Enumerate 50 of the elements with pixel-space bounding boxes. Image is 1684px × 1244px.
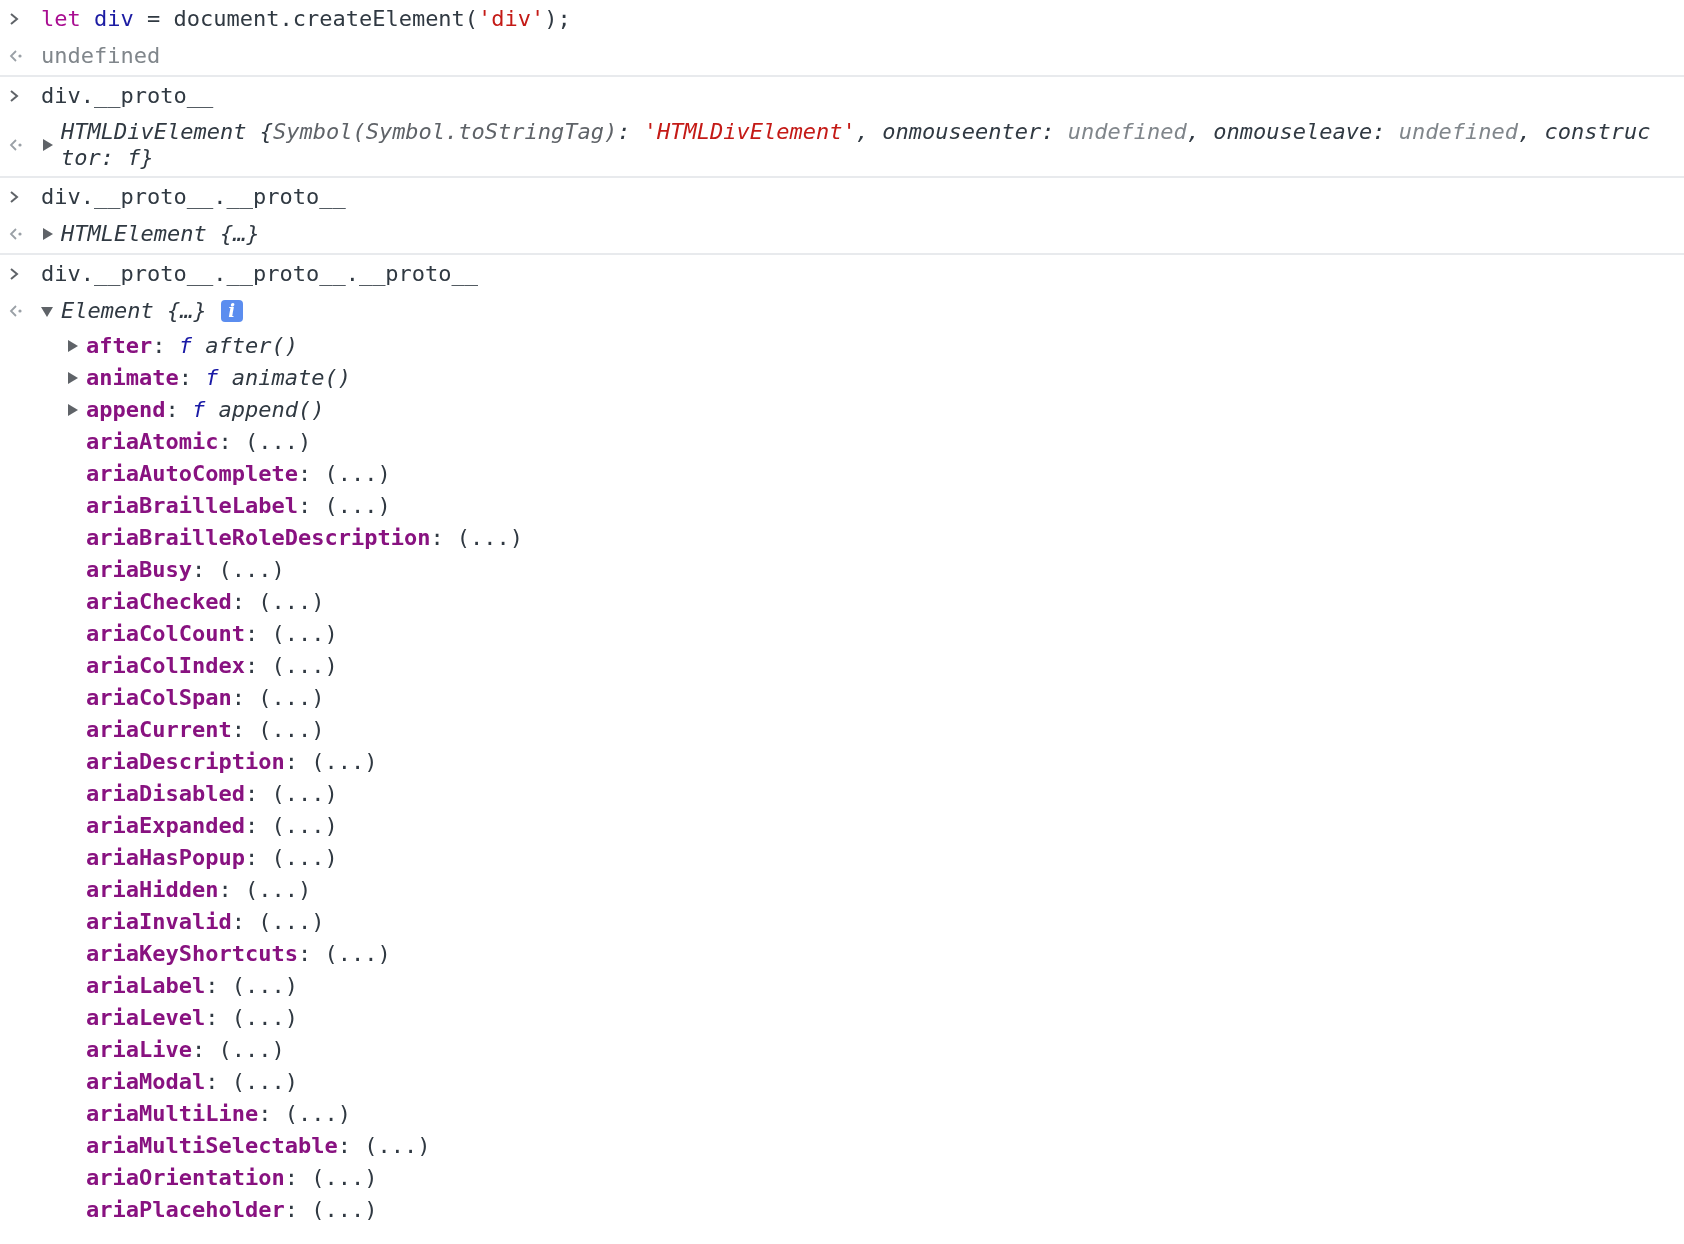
prompt-chevron-icon <box>9 189 19 204</box>
result-text: undefined <box>41 42 161 70</box>
code-line: div.__proto__.__proto__ <box>41 182 346 211</box>
property-entry: ariaBrailleLabel: (...) <box>86 492 391 520</box>
property-entry: ariaBrailleRoleDescription: (...) <box>86 524 524 552</box>
property-entry: ariaMultiSelectable: (...) <box>86 1132 431 1160</box>
property-entry: animate: f animate() <box>86 364 351 392</box>
object-preview[interactable]: HTMLElement {…} <box>61 218 260 250</box>
property-entry: ariaDisabled: (...) <box>86 780 338 808</box>
property-entry: ariaInvalid: (...) <box>86 908 325 936</box>
expand-triangle-icon[interactable] <box>66 404 78 416</box>
property-entry: ariaPlaceholder: (...) <box>86 1196 378 1224</box>
property-entry: ariaColSpan: (...) <box>86 684 325 712</box>
expand-triangle-icon[interactable] <box>41 305 53 317</box>
property-entry: ariaColCount: (...) <box>86 620 338 648</box>
property-entry: ariaMultiLine: (...) <box>86 1100 351 1128</box>
property-entry: ariaLabel: (...) <box>86 972 298 1000</box>
prompt-chevron-icon <box>9 88 19 103</box>
object-preview[interactable]: Element {…} <box>61 295 207 327</box>
result-arrow-icon <box>9 50 23 62</box>
property-entry: ariaHidden: (...) <box>86 876 312 904</box>
property-entry: ariaColIndex: (...) <box>86 652 338 680</box>
property-entry: ariaChecked: (...) <box>86 588 325 616</box>
property-entry: ariaOrientation: (...) <box>86 1164 378 1192</box>
result-arrow-icon <box>9 305 23 317</box>
property-entry: ariaAutoComplete: (...) <box>86 460 391 488</box>
property-entry: ariaLevel: (...) <box>86 1004 298 1032</box>
result-arrow-icon <box>9 139 23 151</box>
code-line: div.__proto__.__proto__.__proto__ <box>41 259 479 288</box>
property-entry: ariaBusy: (...) <box>86 556 285 584</box>
expand-triangle-icon[interactable] <box>41 228 53 240</box>
property-entry: ariaHasPopup: (...) <box>86 844 338 872</box>
expand-triangle-icon[interactable] <box>41 139 53 151</box>
result-arrow-icon <box>9 228 23 240</box>
prompt-chevron-icon <box>9 11 19 26</box>
object-preview[interactable]: HTMLDivElement {Symbol(Symbol.toStringTag): 'HTMLDivElement', onmouseenter: undefined, onmouseleave: undefined, constructor: f} <box>61 114 1659 176</box>
property-entry: ariaExpanded: (...) <box>86 812 338 840</box>
property-entry: ariaLive: (...) <box>86 1036 285 1064</box>
code-line: let div = document.createElement('div'); <box>41 4 571 33</box>
property-entry: after: f after() <box>86 332 298 360</box>
code-line: div.__proto__ <box>41 81 214 110</box>
property-entry: ariaModal: (...) <box>86 1068 298 1096</box>
prompt-chevron-icon <box>9 266 19 281</box>
expand-triangle-icon[interactable] <box>66 372 78 384</box>
property-entry: ariaAtomic: (...) <box>86 428 312 456</box>
property-entry: ariaCurrent: (...) <box>86 716 325 744</box>
property-entry: ariaDescription: (...) <box>86 748 378 776</box>
expand-triangle-icon[interactable] <box>66 340 78 352</box>
property-entry: ariaKeyShortcuts: (...) <box>86 940 391 968</box>
property-entry: append: f append() <box>86 396 325 424</box>
